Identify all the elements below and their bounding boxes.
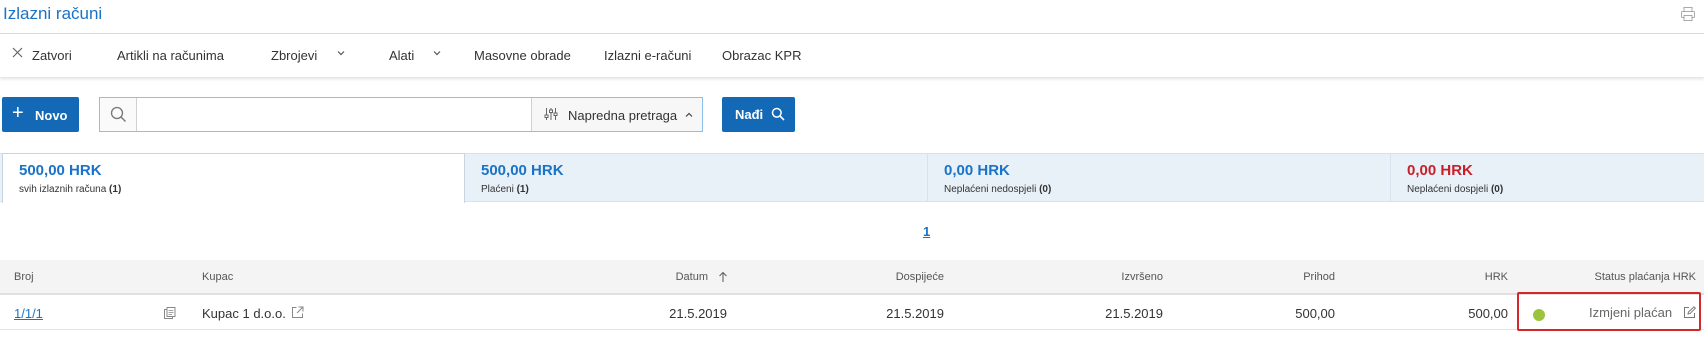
- edit-icon[interactable]: [1683, 306, 1696, 319]
- close-button[interactable]: Zatvori: [32, 48, 72, 63]
- column-header-broj[interactable]: Broj: [14, 271, 34, 283]
- column-header-kupac[interactable]: Kupac: [202, 271, 233, 283]
- chevron-down-icon[interactable]: [432, 48, 442, 58]
- edit-payment-link[interactable]: Izmjeni plaćan: [1589, 305, 1672, 320]
- column-header-hrk[interactable]: HRK: [1420, 271, 1508, 283]
- summary-label: Neplaćeni nedospjeli (0): [944, 184, 1052, 195]
- toolbar: Zatvori Artikli na računima Zbrojevi Ala…: [0, 34, 1704, 77]
- column-header-prihod[interactable]: Prihod: [1240, 271, 1335, 283]
- column-header-dospijece[interactable]: Dospijeće: [850, 271, 944, 283]
- summary-tab-paid[interactable]: 500,00 HRK Plaćeni (1): [465, 154, 928, 202]
- summary-label: Plaćeni (1): [481, 184, 529, 195]
- sort-ascending-icon[interactable]: [718, 271, 728, 283]
- summary-bar: 500,00 HRK svih izlaznih računa (1) 500,…: [0, 153, 1704, 203]
- find-button-label: Nađi: [735, 107, 764, 122]
- summary-amount: 0,00 HRK: [1407, 162, 1473, 179]
- summary-label: svih izlaznih računa (1): [19, 184, 122, 195]
- summary-amount: 500,00 HRK: [19, 162, 102, 179]
- advanced-search-label: Napredna pretraga: [568, 108, 678, 123]
- obrazac-kpr-button[interactable]: Obrazac KPR: [722, 48, 801, 63]
- external-link-icon[interactable]: [291, 306, 304, 319]
- search-icon: [110, 106, 126, 122]
- advanced-search-toggle[interactable]: Napredna pretraga: [531, 98, 702, 131]
- new-button-label: Novo: [35, 108, 68, 123]
- cell-datum: 21.5.2019: [669, 306, 727, 321]
- summary-tab-all[interactable]: 500,00 HRK svih izlaznih računa (1): [2, 153, 465, 203]
- invoice-number-link[interactable]: 1/1/1: [14, 306, 43, 321]
- table-row: 1/1/1 Kupac 1 d.o.o. 21.5.2019 21.5.2019…: [0, 295, 1704, 330]
- summary-tab-unpaid-not-due[interactable]: 0,00 HRK Neplaćeni nedospjeli (0): [928, 154, 1391, 202]
- paid-status-dot: [1533, 309, 1545, 321]
- filter-sliders-icon: [544, 108, 558, 120]
- search-input[interactable]: [138, 98, 530, 131]
- plus-icon: +: [12, 102, 24, 124]
- cell-dospijece: 21.5.2019: [886, 306, 944, 321]
- search-icon: [771, 107, 785, 121]
- cell-prihod: 500,00: [1295, 306, 1335, 321]
- summary-tab-unpaid-due[interactable]: 0,00 HRK Neplaćeni dospjeli (0): [1391, 154, 1704, 202]
- column-header-status[interactable]: Status plaćanja HRK: [1540, 271, 1697, 283]
- cell-hrk: 500,00: [1468, 306, 1508, 321]
- summary-label: Neplaćeni dospjeli (0): [1407, 184, 1504, 195]
- cell-izvrseno: 21.5.2019: [1105, 306, 1163, 321]
- find-button[interactable]: Nađi: [722, 97, 795, 132]
- table-header: Broj Kupac Datum Dospijeće Izvršeno Prih…: [0, 260, 1704, 295]
- page-title: Izlazni računi: [3, 4, 103, 23]
- column-header-datum[interactable]: Datum: [660, 271, 708, 283]
- close-icon[interactable]: [12, 47, 23, 58]
- column-header-izvrseno[interactable]: Izvršeno: [1070, 271, 1163, 283]
- customer-name: Kupac 1 d.o.o.: [202, 306, 286, 321]
- summary-amount: 500,00 HRK: [481, 162, 564, 179]
- summary-amount: 0,00 HRK: [944, 162, 1010, 179]
- alati-dropdown[interactable]: Alati: [389, 48, 414, 63]
- chevron-up-icon: [685, 112, 693, 117]
- zbrojevi-dropdown[interactable]: Zbrojevi: [271, 48, 317, 63]
- masovne-obrade-button[interactable]: Masovne obrade: [474, 48, 571, 63]
- title-bar: Izlazni računi: [0, 0, 1704, 34]
- new-button[interactable]: + Novo: [2, 97, 79, 132]
- document-copy-icon[interactable]: [164, 307, 176, 319]
- izlazni-e-racuni-button[interactable]: Izlazni e-računi: [604, 48, 691, 63]
- chevron-down-icon[interactable]: [336, 48, 346, 58]
- payment-status-cell: Izmjeni plaćan: [1517, 292, 1701, 331]
- search-box: Napredna pretraga: [99, 97, 703, 132]
- artikli-button[interactable]: Artikli na računima: [117, 48, 224, 63]
- print-icon[interactable]: [1680, 6, 1696, 22]
- pagination-page-link[interactable]: 1: [923, 224, 930, 239]
- search-icon-box: [100, 98, 137, 131]
